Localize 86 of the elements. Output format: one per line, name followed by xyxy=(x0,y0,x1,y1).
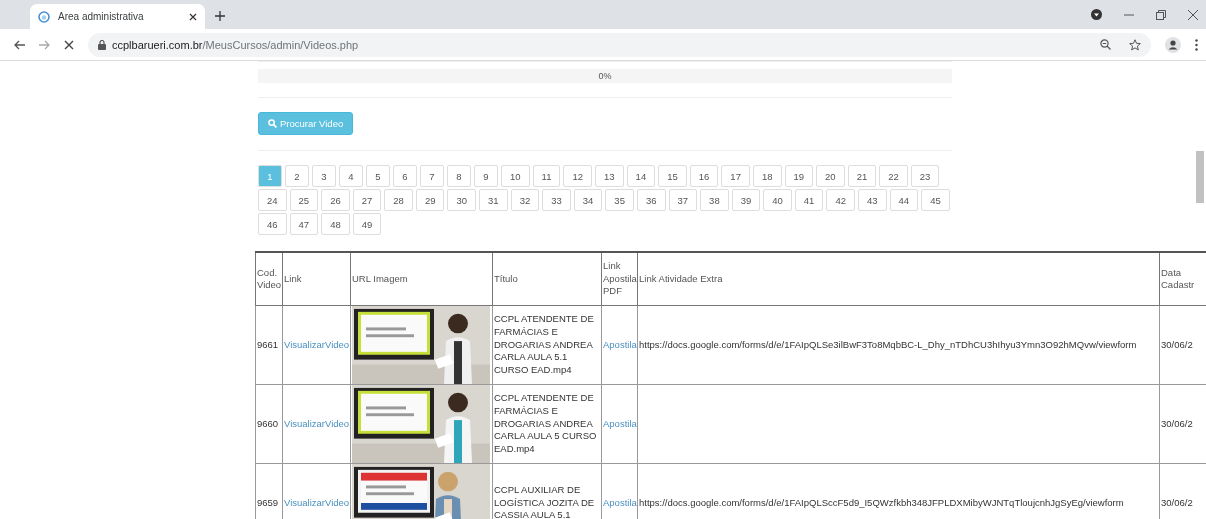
page-button[interactable]: 33 xyxy=(542,189,571,211)
new-tab-icon[interactable] xyxy=(215,11,225,21)
column-header: Link xyxy=(282,252,351,306)
page-button[interactable]: 23 xyxy=(910,165,940,187)
page-button[interactable]: 27 xyxy=(352,189,382,211)
page-button[interactable]: 11 xyxy=(532,165,561,187)
page-button[interactable]: 42 xyxy=(826,189,855,211)
page-button[interactable]: 40 xyxy=(763,189,792,211)
page-button[interactable]: 2 xyxy=(285,165,309,187)
address-bar[interactable]: ccplbarueri.com.br/MeusCursos/admin/Videos.php xyxy=(88,32,1151,57)
column-header: Link Apostila PDF xyxy=(601,252,638,306)
page-button[interactable]: 47 xyxy=(289,213,319,235)
menu-icon[interactable] xyxy=(1195,38,1198,51)
page-button[interactable]: 49 xyxy=(352,213,382,235)
page-button[interactable]: 29 xyxy=(415,189,445,211)
page-button[interactable]: 18 xyxy=(752,165,782,187)
tab-title: Area administrativa xyxy=(58,11,145,22)
page-button[interactable]: 30 xyxy=(447,189,477,211)
page-button[interactable]: 6 xyxy=(393,165,417,187)
page-button[interactable]: 21 xyxy=(847,165,877,187)
page-button[interactable]: 36 xyxy=(636,189,666,211)
page-button[interactable]: 12 xyxy=(563,165,593,187)
star-icon[interactable] xyxy=(1129,38,1141,51)
table-cell: 9661 xyxy=(255,305,283,385)
handout-link[interactable]: Apostila xyxy=(603,338,637,350)
progress-label: 0% xyxy=(598,71,612,81)
lock-icon xyxy=(98,39,106,50)
back-icon[interactable] xyxy=(14,39,25,50)
restore-icon[interactable] xyxy=(1156,9,1166,20)
column-header: URL Imagem xyxy=(350,252,493,306)
page-button[interactable]: 5 xyxy=(366,165,390,187)
page-button[interactable]: 3 xyxy=(312,165,336,187)
handout-link[interactable]: Apostila xyxy=(603,496,637,508)
page-button[interactable]: 16 xyxy=(689,165,719,187)
page-button[interactable]: 26 xyxy=(321,189,350,211)
table-cell: 9660 xyxy=(255,384,283,464)
view-video-link[interactable]: VisualizarVideo xyxy=(284,417,350,429)
page-button[interactable]: 32 xyxy=(510,189,540,211)
page-button[interactable]: 45 xyxy=(921,189,950,211)
page-button[interactable]: 24 xyxy=(258,189,287,211)
page-button[interactable]: 38 xyxy=(700,189,729,211)
close-icon[interactable] xyxy=(1188,9,1198,20)
page-button[interactable]: 41 xyxy=(794,189,824,211)
page-button[interactable]: 34 xyxy=(573,189,603,211)
column-header: Título xyxy=(492,252,602,306)
page-button[interactable]: 31 xyxy=(479,189,508,211)
search-icon xyxy=(268,119,277,128)
view-video-link[interactable]: VisualizarVideo xyxy=(284,338,350,350)
page-button[interactable]: 35 xyxy=(605,189,634,211)
table-cell: CCPL ATENDENTE DE FARMÁCIAS E DROGARIAS ANDREA CARLA AULA 5.1 CURSO EAD.mp4 xyxy=(492,305,602,385)
table-cell: CCPL AUXILIAR DE LOGÍSTICA JOZITA DE CASSIA AULA 5.1 xyxy=(492,463,602,519)
page-button[interactable]: 17 xyxy=(721,165,750,187)
page-button[interactable]: 48 xyxy=(321,213,350,235)
page-button[interactable]: 20 xyxy=(816,165,845,187)
page-button[interactable]: 4 xyxy=(339,165,363,187)
page-button[interactable]: 25 xyxy=(289,189,319,211)
page-button[interactable]: 37 xyxy=(668,189,698,211)
page-button[interactable]: 28 xyxy=(384,189,413,211)
profile-icon[interactable] xyxy=(1165,36,1181,53)
column-header: Link Atividade Extra xyxy=(637,252,1160,306)
page-button[interactable]: 10 xyxy=(501,165,530,187)
handout-link[interactable]: Apostila xyxy=(603,417,637,429)
close-icon[interactable] xyxy=(189,12,197,21)
page-button[interactable]: 14 xyxy=(626,165,656,187)
page-button[interactable]: 15 xyxy=(658,165,687,187)
table-cell: CCPL ATENDENTE DE FARMÁCIAS E DROGARIAS ANDREA CARLA AULA 5 CURSO EAD.mp4 xyxy=(492,384,602,464)
table-cell: https://docs.google.com/forms/d/e/1FAIpQLSccF5d9_I5QWzfkbh348JFPLDXMibyWJNTqTloujcnhJgSyEg/viewform xyxy=(637,463,1160,519)
page-button[interactable]: 13 xyxy=(595,165,624,187)
page-button[interactable]: 9 xyxy=(474,165,498,187)
page-button[interactable]: 46 xyxy=(258,213,287,235)
site-logo-icon xyxy=(38,10,50,23)
media-control-icon[interactable] xyxy=(1091,9,1102,20)
page-button[interactable]: 39 xyxy=(731,189,761,211)
stop-icon[interactable] xyxy=(64,39,74,50)
column-header: Cod. Video xyxy=(255,252,283,306)
page-button[interactable]: 7 xyxy=(420,165,444,187)
page-button[interactable]: 8 xyxy=(447,165,471,187)
page-button[interactable]: 19 xyxy=(784,165,814,187)
table-cell: 9659 xyxy=(255,463,283,519)
browser-tab[interactable]: Area administrativa xyxy=(30,4,205,29)
page-button[interactable]: 44 xyxy=(889,189,919,211)
page-button[interactable]: 43 xyxy=(858,189,887,211)
page-button[interactable]: 22 xyxy=(879,165,908,187)
table-cell: https://docs.google.com/forms/d/e/1FAIpQLSe3ilBwF3To8MqbBC-L_Dhy_nTDhCU3hIhyu3Ymn3O92hMQvw/viewform xyxy=(637,305,1160,385)
zoom-out-icon[interactable] xyxy=(1100,39,1111,50)
scrollbar-thumb xyxy=(1196,151,1204,203)
